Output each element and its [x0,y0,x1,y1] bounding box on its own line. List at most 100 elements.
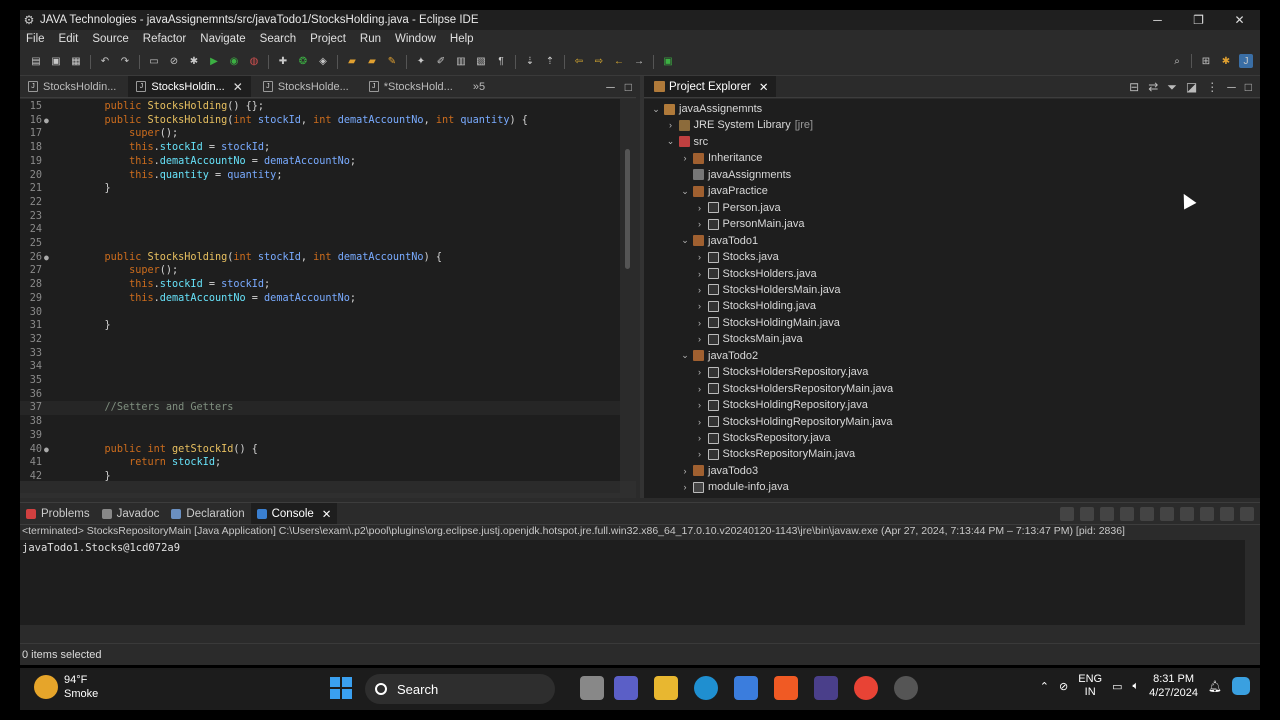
back-icon[interactable]: ← [612,55,626,69]
console-vertical-scrollbar[interactable] [1245,540,1260,625]
debug-icon[interactable]: ✱ [187,55,201,69]
close-icon[interactable]: ✕ [759,80,769,94]
chevron-right-icon[interactable]: › [694,367,706,377]
save-all-icon[interactable]: ▦ [69,55,83,69]
pin-console-icon[interactable] [1160,507,1174,521]
windows-start-icon[interactable] [330,677,352,699]
search-icon[interactable]: ⌕ [1170,54,1184,68]
chevron-right-icon[interactable]: › [679,466,691,476]
last-edit-icon[interactable]: ⇦ [572,55,586,69]
chrome-dev-app-icon[interactable] [894,676,918,700]
skip-breakpoints-icon[interactable]: ⊘ [167,55,181,69]
new-package-icon[interactable]: ❂ [296,55,310,69]
chevron-right-icon[interactable]: › [694,433,706,443]
editor-tab[interactable]: J StocksHolde... [255,76,357,97]
scroll-lock-icon[interactable] [1120,507,1134,521]
chevron-right-icon[interactable]: › [694,449,706,459]
forward-history-icon[interactable]: ⇨ [592,55,606,69]
tree-item[interactable]: ⌄ javaTodo1 [679,233,758,249]
tree-item[interactable]: › javaTodo3 [679,463,759,479]
menu-run[interactable]: Run [358,33,389,45]
folder-app-icon[interactable] [654,676,678,700]
chevron-right-icon[interactable]: › [694,334,706,344]
terminal-icon[interactable]: ▭ [147,55,161,69]
mark-occurrences-icon[interactable]: ✦ [414,55,428,69]
tree-item[interactable]: ⌄ javaAssignemnts [650,101,762,117]
chevron-right-icon[interactable]: › [694,285,706,295]
menu-window[interactable]: Window [393,33,444,45]
editor-tab[interactable]: »5 [465,76,493,97]
tree-item[interactable]: › Stocks.java [694,249,779,265]
chevron-right-icon[interactable]: › [694,269,706,279]
format-icon[interactable]: ▥ [454,55,468,69]
fold-marker-icon[interactable]: ● [44,251,49,265]
perspective-debug-icon[interactable]: ✱ [1219,54,1233,68]
tree-item[interactable]: › StocksHoldersRepository.java [694,364,868,380]
chevron-right-icon[interactable]: › [694,400,706,410]
tab-project-explorer[interactable]: Project Explorer ✕ [644,76,777,97]
close-button[interactable]: ✕ [1219,10,1260,30]
tree-item[interactable]: › StocksHoldingRepositoryMain.java [694,414,892,430]
chevron-right-icon[interactable]: › [694,203,706,213]
chevron-right-icon[interactable]: › [665,120,677,130]
collapse-all-icon[interactable]: ⊟ [1129,80,1139,95]
teams-app-icon[interactable] [614,676,638,700]
redo-icon[interactable]: ↷ [118,55,132,69]
eclipse-app-icon[interactable] [814,676,838,700]
forward-icon[interactable]: → [632,55,646,69]
volume-icon[interactable]: 🔈︎ [1132,680,1139,693]
taskbar-search[interactable]: Search [365,674,555,704]
run-icon[interactable]: ▶ [207,55,221,69]
chevron-right-icon[interactable]: › [694,318,706,328]
console-output-area[interactable]: javaTodo1.Stocks@1cd072a9 [20,540,1245,625]
chevron-right-icon[interactable]: › [694,417,706,427]
tree-item[interactable]: › JRE System Library [jre] [665,117,813,133]
pin-editor-icon[interactable]: ▣ [661,55,675,69]
tree-item[interactable]: › Person.java [694,200,781,216]
chevron-down-icon[interactable]: ⌄ [650,104,662,115]
view-menu-icon[interactable]: ⋮ [1206,80,1218,95]
menu-edit[interactable]: Edit [57,33,87,45]
network-off-icon[interactable]: ⊘ [1059,680,1068,693]
chevron-up-icon[interactable]: ⌃ [1040,680,1049,693]
editor-tab[interactable]: J *StocksHold... [361,76,461,97]
tree-item[interactable]: ⌄ javaTodo2 [679,348,758,364]
fold-marker-icon[interactable]: ● [44,443,49,457]
remove-launch-icon[interactable] [1080,507,1094,521]
open-type-icon[interactable]: ▰ [345,55,359,69]
notification-bell-icon[interactable]: 🔔︎ [1208,680,1222,693]
link-editor-icon[interactable]: ⇄ [1148,80,1158,95]
copilot-icon[interactable] [1232,677,1250,695]
tree-item[interactable]: javaAssignments [679,167,791,183]
edge-app-icon[interactable] [694,676,718,700]
new-class-icon[interactable]: ◈ [316,55,330,69]
menu-refactor[interactable]: Refactor [141,33,194,45]
tree-item[interactable]: › Inheritance [679,150,763,166]
search-tool-icon[interactable]: ✎ [385,55,399,69]
tree-item[interactable]: ⌄ src [665,134,708,150]
restore-button[interactable]: ❐ [1178,10,1219,30]
code-editor[interactable]: 15 public StocksHolding() {}; 16 ● public … [20,99,620,481]
scroll-thumb[interactable] [625,149,630,269]
chevron-down-icon[interactable]: ⌄ [679,235,691,246]
tree-item[interactable]: › StocksMain.java [694,331,803,347]
editor-vertical-scrollbar[interactable] [620,99,636,481]
maximize-icon[interactable]: □ [625,80,632,94]
tree-item[interactable]: › PersonMain.java [694,216,804,232]
menu-navigate[interactable]: Navigate [198,33,253,45]
display-console-icon[interactable] [1180,507,1194,521]
tab-console[interactable]: Console ✕ [250,503,338,524]
tree-item[interactable]: › module-info.java [679,479,789,495]
chevron-right-icon[interactable]: › [694,384,706,394]
minimize-button[interactable]: ─ [1137,10,1178,30]
tab-javadoc[interactable]: Javadoc [96,503,166,524]
menu-search[interactable]: Search [258,33,304,45]
coverage-icon[interactable]: ◉ [227,55,241,69]
filter-icon[interactable]: ⏷ [1167,80,1177,95]
chevron-right-icon[interactable]: › [679,482,691,492]
word-wrap-icon[interactable] [1140,507,1154,521]
clock[interactable]: 8:31 PM 4/27/2024 [1149,672,1198,700]
close-icon[interactable]: ✕ [322,507,332,521]
minimize-icon[interactable]: ─ [606,80,615,94]
maximize-icon[interactable] [1240,507,1254,521]
